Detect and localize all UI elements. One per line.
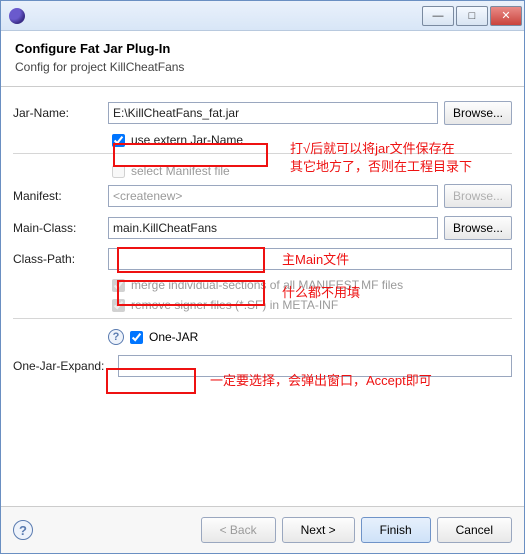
maximize-button[interactable]: □ bbox=[456, 6, 488, 26]
jar-name-browse-button[interactable]: Browse... bbox=[444, 101, 512, 125]
manifest-label: Manifest: bbox=[13, 189, 108, 203]
class-path-input[interactable] bbox=[108, 248, 512, 270]
titlebar: — □ ✕ bbox=[1, 1, 524, 31]
select-manifest-checkbox bbox=[112, 165, 125, 178]
dialog-title: Configure Fat Jar Plug-In bbox=[15, 41, 510, 56]
close-button[interactable]: ✕ bbox=[490, 6, 522, 26]
one-jar-expand-label: One-Jar-Expand: bbox=[13, 359, 118, 373]
cancel-button[interactable]: Cancel bbox=[437, 517, 512, 543]
dialog-header: Configure Fat Jar Plug-In Config for pro… bbox=[1, 31, 524, 87]
merge-sections-label: merge individual-sections of all MANIFES… bbox=[131, 278, 403, 292]
select-manifest-label: select Manifest file bbox=[131, 164, 230, 178]
dialog-footer: ? < Back Next > Finish Cancel bbox=[1, 506, 524, 553]
dialog-content: Jar-Name: Browse... use extern Jar-Name … bbox=[1, 87, 524, 506]
class-path-label: Class-Path: bbox=[13, 252, 108, 266]
main-class-browse-button[interactable]: Browse... bbox=[444, 216, 512, 240]
eclipse-icon bbox=[9, 8, 25, 24]
divider bbox=[13, 153, 512, 154]
one-jar-checkbox[interactable] bbox=[130, 331, 143, 344]
one-jar-label: One-JAR bbox=[149, 330, 198, 344]
help-icon[interactable]: ? bbox=[108, 329, 124, 345]
main-class-label: Main-Class: bbox=[13, 221, 108, 235]
divider bbox=[13, 318, 512, 319]
jar-name-label: Jar-Name: bbox=[13, 106, 108, 120]
minimize-button[interactable]: — bbox=[422, 6, 454, 26]
manifest-input bbox=[108, 185, 438, 207]
remove-signer-checkbox bbox=[112, 299, 125, 312]
dialog-window: — □ ✕ Configure Fat Jar Plug-In Config f… bbox=[0, 0, 525, 554]
next-button[interactable]: Next > bbox=[282, 517, 355, 543]
back-button: < Back bbox=[201, 517, 276, 543]
remove-signer-label: remove signer files (*.SF) in META-INF bbox=[131, 298, 338, 312]
main-class-input[interactable] bbox=[108, 217, 438, 239]
footer-help-icon[interactable]: ? bbox=[13, 520, 33, 540]
one-jar-expand-input[interactable] bbox=[118, 355, 512, 377]
finish-button[interactable]: Finish bbox=[361, 517, 431, 543]
use-extern-jar-label: use extern Jar-Name bbox=[131, 133, 243, 147]
jar-name-input[interactable] bbox=[108, 102, 438, 124]
manifest-browse-button: Browse... bbox=[444, 184, 512, 208]
merge-sections-checkbox bbox=[112, 279, 125, 292]
use-extern-jar-checkbox[interactable] bbox=[112, 134, 125, 147]
dialog-subtitle: Config for project KillCheatFans bbox=[15, 60, 510, 74]
